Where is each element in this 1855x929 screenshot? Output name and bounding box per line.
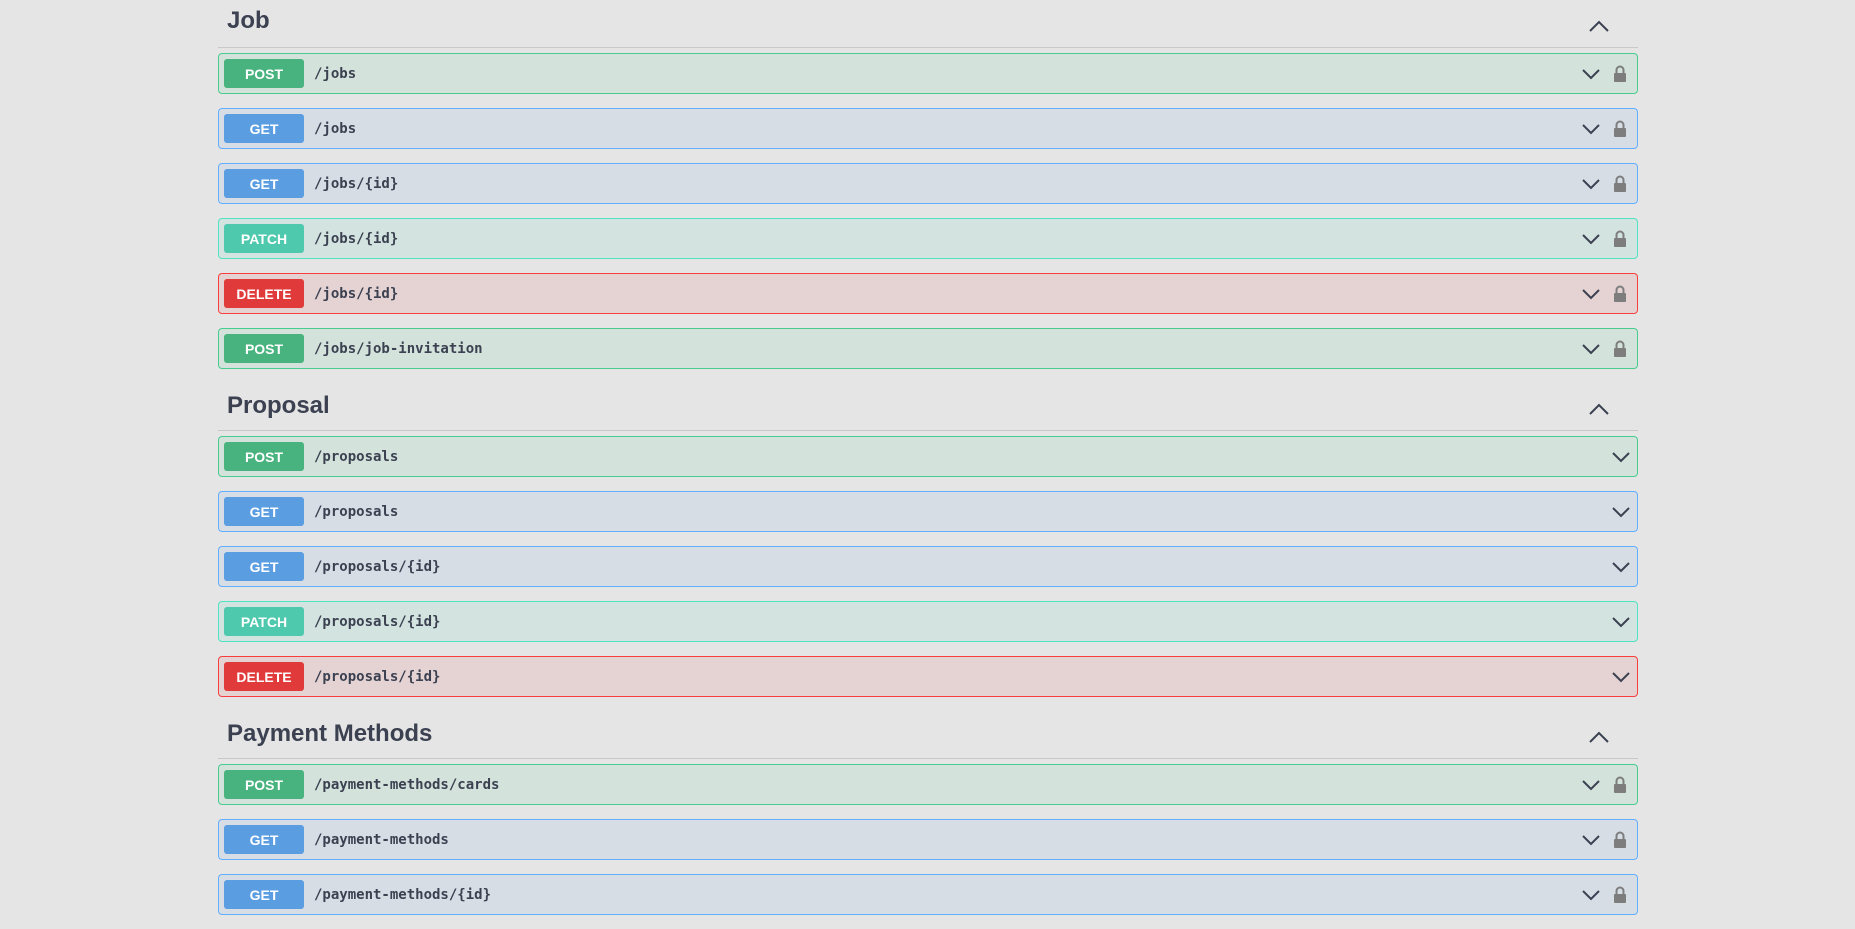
operation-path: /jobs [314,65,357,82]
operation-path: /jobs/job-invitation [314,340,483,357]
method-badge: DELETE [224,662,304,691]
chevron-up-icon[interactable] [1588,19,1610,33]
operation-path: /proposals/{id} [314,668,441,685]
operation-row[interactable]: GET/payment-methods/{id} [218,874,1638,915]
chevron-down-icon[interactable] [1581,834,1601,846]
operation-row[interactable]: POST/payment-methods/cards [218,764,1638,805]
operation-row[interactable]: GET/proposals [218,491,1638,532]
chevron-down-icon[interactable] [1611,616,1631,628]
chevron-down-icon[interactable] [1581,343,1601,355]
operation-path: /jobs [314,120,357,137]
chevron-down-icon[interactable] [1581,288,1601,300]
operation-row[interactable]: GET/jobs/{id} [218,163,1638,204]
method-badge: GET [224,114,304,143]
section-title: Payment Methods [227,720,433,747]
method-badge: POST [224,770,304,799]
chevron-down-icon[interactable] [1581,889,1601,901]
operation-controls [1581,820,1637,859]
method-badge: PATCH [224,224,304,253]
tag-section-proposal: Proposal POST/proposals GET/proposals GET /… [218,383,1638,697]
operation-path: /jobs/{id} [314,230,399,247]
operation-controls [1581,164,1637,203]
operation-controls [1611,437,1637,476]
operation-row[interactable]: PATCH/proposals/{id} [218,601,1638,642]
method-badge: GET [224,497,304,526]
method-badge: GET [224,552,304,581]
operation-row[interactable]: POST/jobs [218,53,1638,94]
chevron-down-icon[interactable] [1611,451,1631,463]
lock-icon[interactable] [1613,886,1627,904]
operation-path: /jobs/{id} [314,175,399,192]
chevron-down-icon[interactable] [1581,779,1601,791]
operation-controls [1611,492,1637,531]
tag-section-payment-methods: Payment Methods POST/payment-methods/car… [218,711,1638,915]
operation-row[interactable]: GET/jobs [218,108,1638,149]
operation-row[interactable]: POST/jobs/job-invitation [218,328,1638,369]
operation-row[interactable]: GET/proposals/{id} [218,546,1638,587]
operation-path: /payment-methods [314,831,449,848]
lock-icon[interactable] [1613,230,1627,248]
operation-controls [1611,602,1637,641]
chevron-down-icon[interactable] [1611,561,1631,573]
lock-icon[interactable] [1613,175,1627,193]
operation-row[interactable]: GET/payment-methods [218,819,1638,860]
operation-row[interactable]: DELETE/jobs/{id} [218,273,1638,314]
operation-controls [1581,765,1637,804]
lock-icon[interactable] [1613,65,1627,83]
lock-icon[interactable] [1613,831,1627,849]
method-badge: POST [224,59,304,88]
operation-path: /payment-methods/{id} [314,886,492,903]
operations-container: Job POST/jobs GET/jobs GET/jobs/{id} PATCH /… [218,0,1638,929]
lock-icon[interactable] [1613,776,1627,794]
operation-controls [1581,274,1637,313]
operation-path: /jobs/{id} [314,285,399,302]
chevron-down-icon[interactable] [1611,506,1631,518]
operation-row[interactable]: POST/proposals [218,436,1638,477]
section-header-proposal[interactable]: Proposal [218,383,1638,431]
section-title: Job [227,7,270,34]
operation-controls [1581,329,1637,368]
operation-path: /proposals/{id} [314,558,441,575]
method-badge: POST [224,442,304,471]
operation-path: /payment-methods/cards [314,776,500,793]
chevron-down-icon[interactable] [1611,671,1631,683]
chevron-up-icon[interactable] [1588,402,1610,416]
operation-row[interactable]: DELETE/proposals/{id} [218,656,1638,697]
chevron-down-icon[interactable] [1581,233,1601,245]
chevron-down-icon[interactable] [1581,178,1601,190]
operation-controls [1581,109,1637,148]
lock-icon[interactable] [1613,340,1627,358]
method-badge: GET [224,169,304,198]
tag-section-job: Job POST/jobs GET/jobs GET/jobs/{id} PATCH /… [218,0,1638,369]
chevron-up-icon[interactable] [1588,730,1610,744]
chevron-down-icon[interactable] [1581,68,1601,80]
operation-path: /proposals [314,448,399,465]
operation-row[interactable]: PATCH/jobs/{id} [218,218,1638,259]
operation-controls [1581,54,1637,93]
operation-path: /proposals/{id} [314,613,441,630]
operation-path: /proposals [314,503,399,520]
chevron-down-icon[interactable] [1581,123,1601,135]
method-badge: DELETE [224,279,304,308]
method-badge: GET [224,825,304,854]
lock-icon[interactable] [1613,120,1627,138]
method-badge: POST [224,334,304,363]
section-title: Proposal [227,392,330,419]
operation-controls [1611,547,1637,586]
operation-controls [1581,219,1637,258]
method-badge: GET [224,880,304,909]
section-header-payment-methods[interactable]: Payment Methods [218,711,1638,759]
section-header-job[interactable]: Job [218,0,1638,48]
operation-controls [1581,875,1637,914]
operation-controls [1611,657,1637,696]
method-badge: PATCH [224,607,304,636]
lock-icon[interactable] [1613,285,1627,303]
